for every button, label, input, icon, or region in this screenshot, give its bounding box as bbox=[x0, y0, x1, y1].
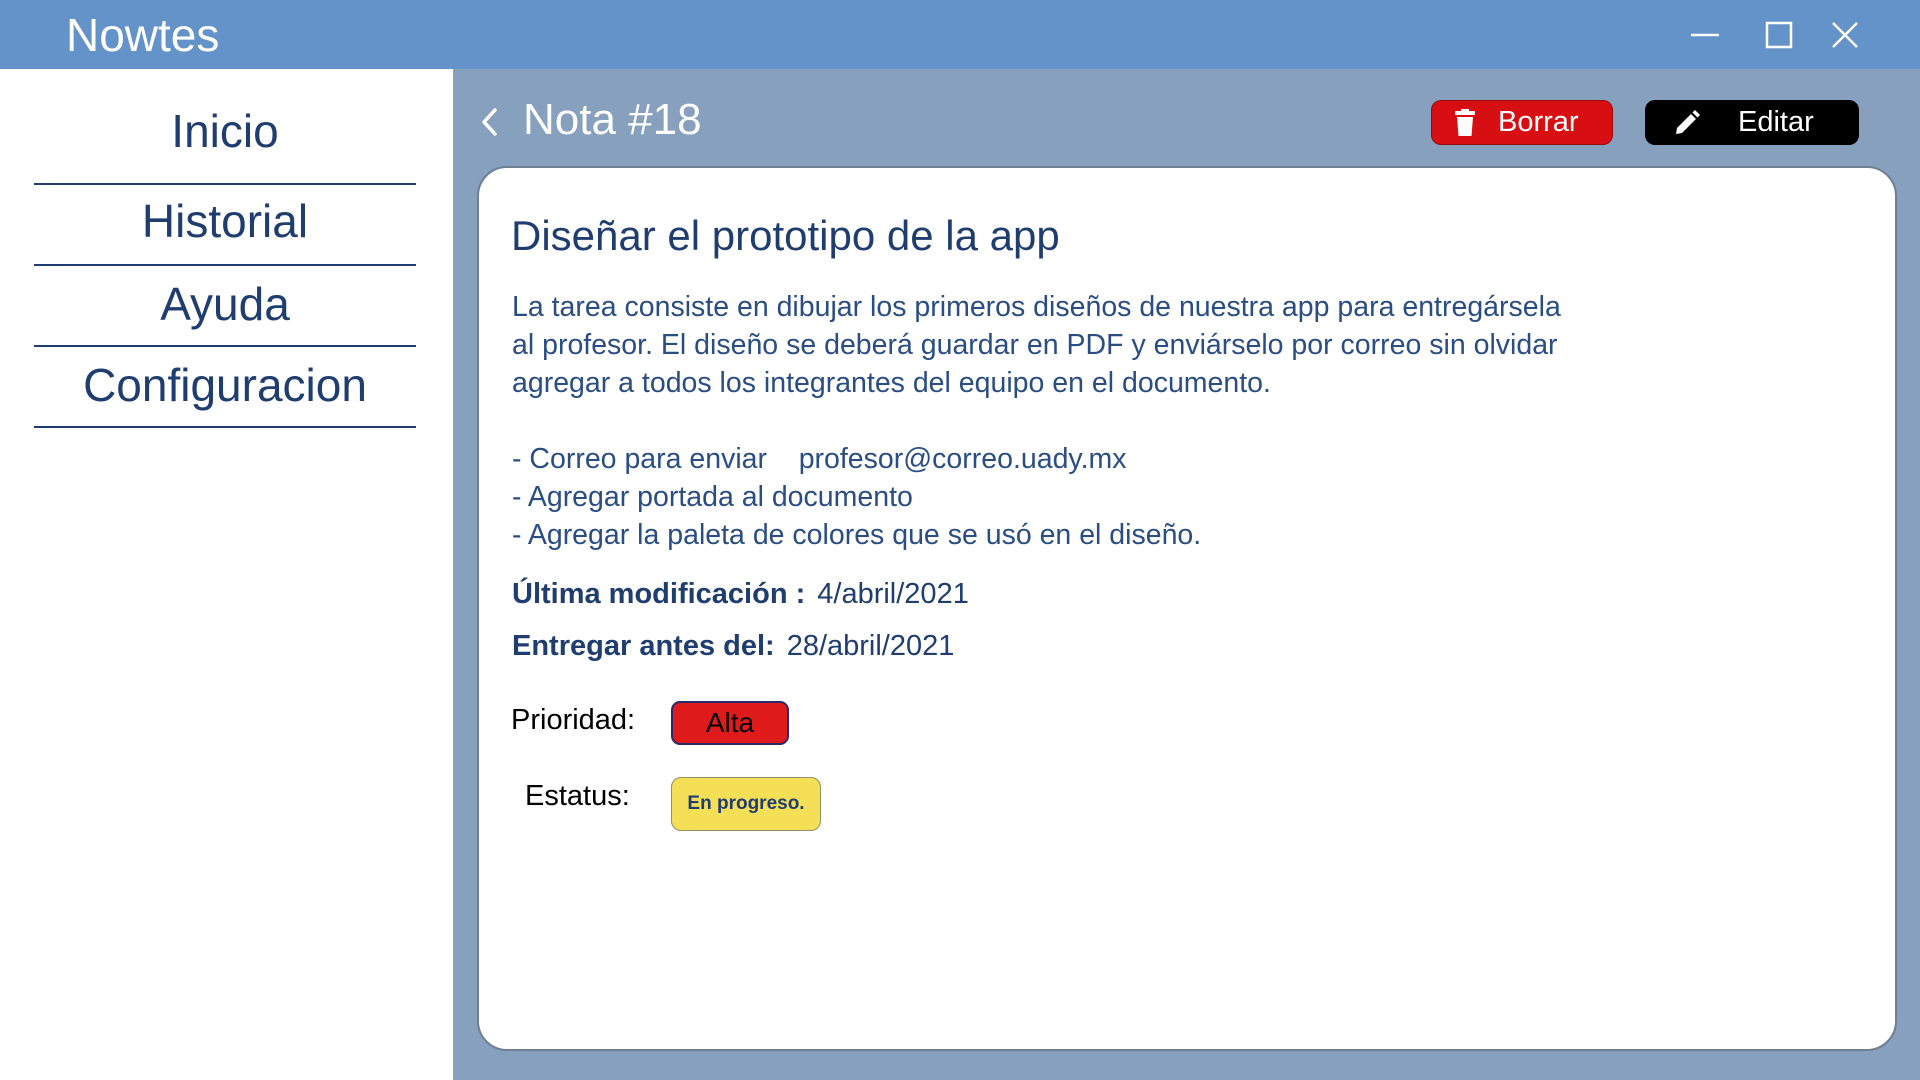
note-bullets: - Correo para enviar profesor@correo.uad… bbox=[512, 440, 1201, 554]
pencil-icon bbox=[1672, 108, 1702, 138]
due-date-label: Entregar antes del: bbox=[512, 630, 775, 662]
close-icon bbox=[1832, 22, 1858, 48]
trash-icon bbox=[1450, 108, 1480, 138]
sidebar-item-inicio[interactable]: Inicio bbox=[34, 91, 416, 185]
sidebar-item-configuracion[interactable]: Configuracion bbox=[34, 347, 416, 428]
description-line: La tarea consiste en dibujar los primero… bbox=[512, 291, 1561, 323]
note-card: Diseñar el prototipo de la app La tarea … bbox=[477, 166, 1897, 1051]
last-modified-value: 4/abril/2021 bbox=[817, 578, 969, 610]
priority-badge: Alta bbox=[671, 701, 789, 745]
note-title: Diseñar el prototipo de la app bbox=[511, 212, 1060, 259]
delete-button-label: Borrar bbox=[1498, 106, 1579, 138]
app-title: Nowtes bbox=[66, 9, 220, 61]
sidebar-item-ayuda[interactable]: Ayuda bbox=[34, 266, 416, 347]
edit-button[interactable]: Editar bbox=[1645, 100, 1859, 145]
sidebar-item-historial[interactable]: Historial bbox=[34, 185, 416, 266]
sidebar: Inicio Historial Ayuda Configuracion bbox=[0, 69, 453, 1080]
delete-button[interactable]: Borrar bbox=[1431, 100, 1613, 145]
close-button[interactable] bbox=[1820, 12, 1870, 58]
back-button[interactable] bbox=[473, 102, 507, 142]
bullet-item: - Agregar la paleta de colores que se us… bbox=[512, 519, 1202, 551]
bullet-item: - Correo para enviar profesor@correo.uad… bbox=[512, 443, 1127, 475]
page-title: Nota #18 bbox=[523, 95, 702, 144]
minimize-button[interactable] bbox=[1680, 12, 1730, 58]
due-date-row: Entregar antes del: 28/abril/2021 bbox=[512, 630, 954, 663]
description-line: agregar a todos los integrantes del equi… bbox=[512, 367, 1271, 399]
status-label: Estatus: bbox=[525, 780, 630, 812]
main-panel: Nota #18 Borrar Editar Diseñar el protot… bbox=[453, 69, 1920, 1080]
maximize-icon bbox=[1765, 21, 1793, 49]
last-modified-row: Última modificación : 4/abril/2021 bbox=[512, 578, 969, 611]
chevron-left-icon bbox=[482, 108, 497, 136]
bullet-item: - Agregar portada al documento bbox=[512, 481, 913, 513]
title-bar: Nowtes bbox=[0, 0, 1920, 69]
priority-label: Prioridad: bbox=[511, 704, 636, 736]
maximize-button[interactable] bbox=[1754, 12, 1804, 58]
edit-button-label: Editar bbox=[1738, 106, 1814, 138]
status-badge: En progreso. bbox=[671, 777, 821, 831]
minimize-icon bbox=[1691, 33, 1719, 37]
description-line: al profesor. El diseño se deberá guardar… bbox=[512, 329, 1558, 361]
last-modified-label: Última modificación : bbox=[512, 578, 806, 610]
note-description: La tarea consiste en dibujar los primero… bbox=[512, 288, 1632, 402]
due-date-value: 28/abril/2021 bbox=[786, 630, 955, 662]
